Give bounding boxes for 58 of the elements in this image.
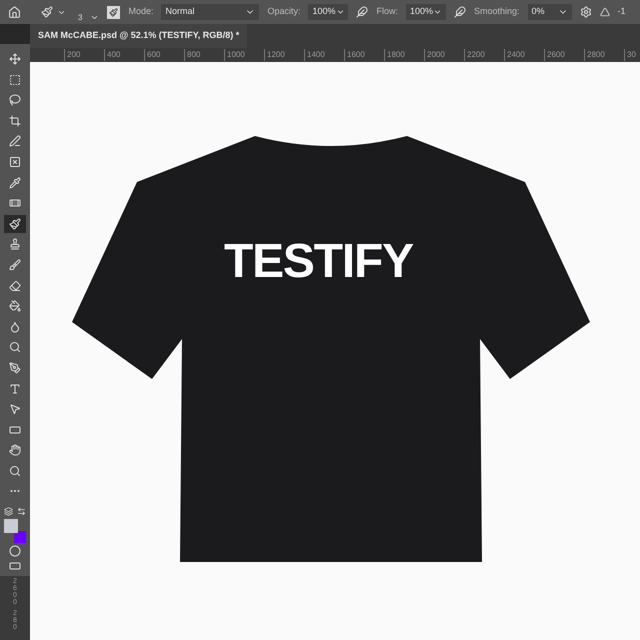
- stamp-icon: [9, 238, 21, 250]
- tool-button[interactable]: [4, 214, 26, 233]
- option-label: Flow:: [376, 5, 398, 18]
- shirt-print-text: TESTIFY: [224, 238, 413, 286]
- angle-value[interactable]: -1: [618, 5, 626, 19]
- eyedropper-icon: [9, 176, 21, 189]
- chevron-down-icon[interactable]: [90, 13, 100, 22]
- ruler-label: 600: [147, 50, 160, 59]
- history-brush-icon: [9, 258, 21, 271]
- ruler-label: 400: [107, 50, 120, 59]
- zoom-icon: [9, 464, 21, 477]
- quick-mask-icon[interactable]: [9, 545, 21, 558]
- brush-icon[interactable]: [41, 6, 53, 18]
- ruler-label: 1000: [227, 50, 245, 59]
- mode-dropdown[interactable]: Normal: [161, 4, 260, 20]
- ruler-label: 200: [67, 50, 80, 59]
- ruler-label: 30: [627, 50, 636, 59]
- opacity-field[interactable]: 100%: [308, 4, 348, 20]
- type-icon: [9, 382, 21, 394]
- hand-icon: [9, 444, 21, 456]
- ruler-label: 1800: [387, 50, 405, 59]
- ruler-label: 800: [187, 50, 200, 59]
- screen-mode-icon[interactable]: [9, 560, 21, 572]
- document-tab[interactable]: SAM McCABE.psd @ 52.1% (TESTIFY, RGB/8) *: [30, 24, 248, 48]
- bandage-icon: [9, 197, 21, 210]
- pointer-icon: [9, 403, 21, 416]
- ruler-label: 1600: [347, 50, 365, 59]
- eraser-icon: [9, 280, 21, 292]
- marquee-icon: [9, 74, 21, 86]
- option-label: Opacity:: [267, 5, 300, 18]
- option-label: Mode:: [128, 5, 154, 18]
- move-icon: [9, 53, 21, 65]
- pen-icon: [9, 362, 21, 374]
- ruler-label: 2200: [467, 50, 485, 59]
- ruler-label: 2600: [547, 50, 565, 59]
- ruler-label: 2800: [587, 50, 605, 59]
- smoothing-field[interactable]: 0%: [528, 4, 572, 20]
- crop-icon: [9, 114, 21, 127]
- brush-icon: [9, 218, 21, 230]
- swap-colors-icon[interactable]: [17, 507, 26, 516]
- angle-icon: [600, 7, 610, 17]
- option-label: Smoothing:: [474, 5, 520, 18]
- ruler-label: 1400: [307, 50, 325, 59]
- flow-field[interactable]: 100%: [406, 4, 446, 20]
- settings-icon[interactable]: [580, 6, 592, 18]
- ruler-label: 2000: [427, 50, 445, 59]
- foreground-color-swatch[interactable]: [4, 518, 18, 533]
- droplet-icon: [9, 320, 21, 333]
- frame-icon: [9, 156, 21, 168]
- ruler-label: 1200: [267, 50, 285, 59]
- background-color-swatch[interactable]: [14, 530, 26, 543]
- brush-panel-icon[interactable]: [107, 6, 120, 18]
- ruler-label: 2400: [507, 50, 525, 59]
- lasso-icon: [9, 94, 21, 106]
- brush-size[interactable]: 3: [78, 14, 82, 22]
- rectangle-icon: [9, 424, 21, 436]
- paint-bucket-icon: [9, 300, 21, 312]
- home-icon[interactable]: [8, 6, 21, 18]
